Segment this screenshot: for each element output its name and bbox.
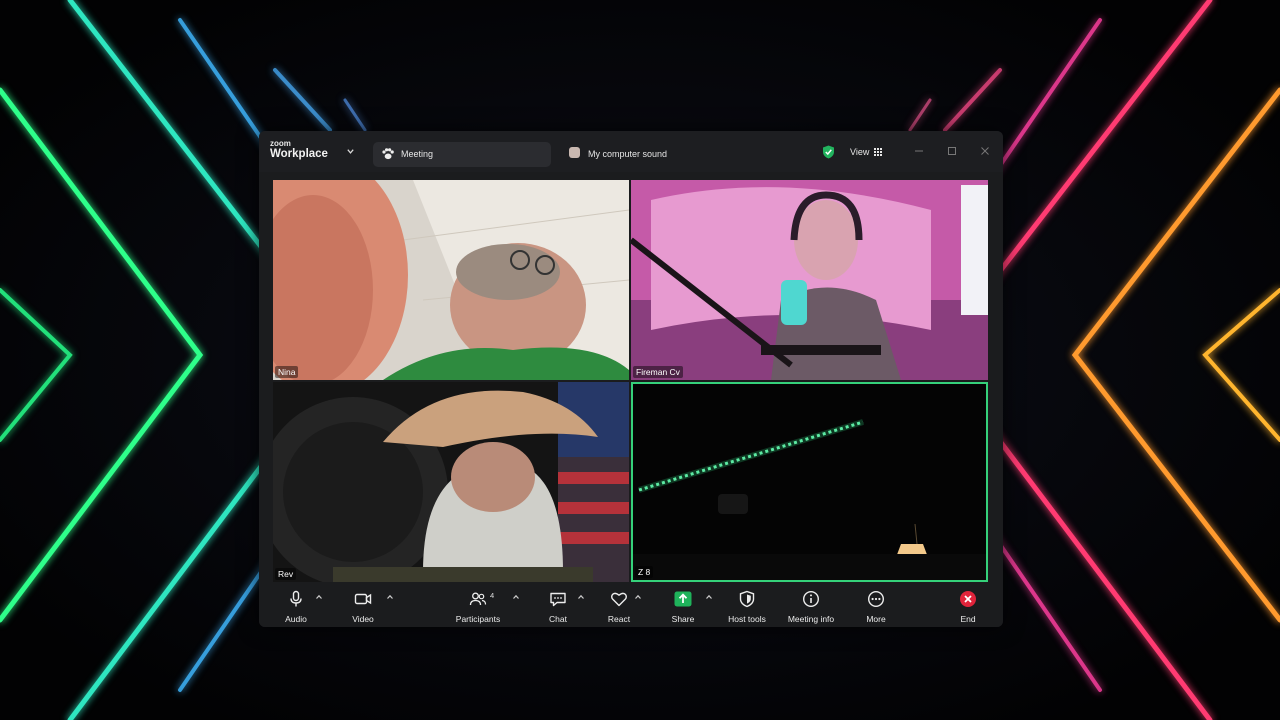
zoom-workplace-logo[interactable]: zoom Workplace (270, 140, 328, 161)
participant-name: Rev (275, 568, 297, 580)
participant-name: Fireman Cv (633, 366, 683, 378)
share-options-caret-icon[interactable] (705, 594, 713, 600)
view-button[interactable]: View (844, 142, 890, 162)
zoom-meeting-window: zoom Workplace Meeting My computer sound (259, 131, 1003, 627)
chat-bubble-icon (550, 592, 566, 607)
title-bar: zoom Workplace Meeting My computer sound (259, 131, 1003, 172)
heart-icon (611, 592, 627, 607)
audio-button[interactable]: Audio (276, 588, 316, 624)
video-label: Video (352, 614, 374, 624)
video-tile-fireman-cv[interactable]: Fireman Cv (631, 180, 988, 380)
view-label: View (850, 147, 870, 157)
microphone-icon (290, 590, 302, 607)
shield-icon (739, 590, 755, 608)
participant-name: Nina (275, 366, 299, 378)
end-call-icon (960, 591, 976, 607)
more-label: More (866, 614, 886, 624)
minimize-icon[interactable] (913, 145, 925, 157)
more-button[interactable]: More (857, 588, 895, 624)
audio-options-caret-icon[interactable] (315, 594, 323, 600)
share-screen-icon (674, 591, 692, 607)
video-feed-z8 (633, 384, 986, 580)
paw-icon (382, 148, 394, 160)
brand-name-text: Workplace (270, 148, 328, 160)
share-label: Share (671, 614, 695, 624)
video-options-caret-icon[interactable] (386, 594, 394, 600)
video-tile-nina[interactable]: Nina (273, 180, 629, 380)
brand-small-text: zoom (270, 139, 291, 148)
close-icon[interactable] (979, 145, 991, 157)
participants-count: 4 (490, 591, 495, 600)
meeting-info-label: Meeting info (787, 614, 835, 624)
participants-options-caret-icon[interactable] (512, 594, 520, 600)
share-button[interactable]: Share (664, 588, 702, 624)
meeting-info-button[interactable]: Meeting info (781, 588, 841, 624)
meeting-toolbar: Audio Video Participants 4 Chat React Sh… (259, 584, 1003, 627)
maximize-icon[interactable] (946, 145, 958, 157)
info-icon (802, 590, 820, 608)
video-feed-rev (273, 382, 629, 582)
react-label: React (607, 614, 631, 624)
chat-label: Chat (549, 614, 567, 624)
chat-options-caret-icon[interactable] (577, 594, 585, 600)
grid-icon (874, 148, 882, 156)
tab-sound-label: My computer sound (588, 149, 668, 159)
video-button[interactable]: Video (343, 588, 383, 624)
participant-name: Z 8 (635, 566, 654, 578)
video-feed-nina (273, 180, 629, 380)
shield-check-icon[interactable] (822, 145, 835, 159)
video-tile-rev[interactable]: Rev (273, 382, 629, 582)
host-tools-button[interactable]: Host tools (722, 588, 772, 624)
react-button[interactable]: React (600, 588, 638, 624)
tab-meeting-label: Meeting (401, 149, 434, 159)
end-label: End (960, 614, 976, 624)
react-options-caret-icon[interactable] (634, 594, 642, 600)
video-camera-icon (354, 593, 372, 605)
participants-label: Participants (455, 614, 501, 624)
end-meeting-button[interactable]: End (951, 588, 985, 624)
host-tools-label: Host tools (728, 614, 766, 624)
participants-icon (469, 592, 487, 606)
video-tile-z8-active-speaker[interactable]: Z 8 (631, 382, 988, 582)
audio-label: Audio (285, 614, 307, 624)
participants-button[interactable]: Participants (448, 588, 508, 624)
avatar (569, 147, 580, 158)
more-options-icon (867, 590, 885, 608)
tab-meeting[interactable]: Meeting (373, 142, 551, 167)
chat-button[interactable]: Chat (539, 588, 577, 624)
video-feed-fireman-cv (631, 180, 988, 380)
chevron-down-icon[interactable] (346, 147, 355, 156)
